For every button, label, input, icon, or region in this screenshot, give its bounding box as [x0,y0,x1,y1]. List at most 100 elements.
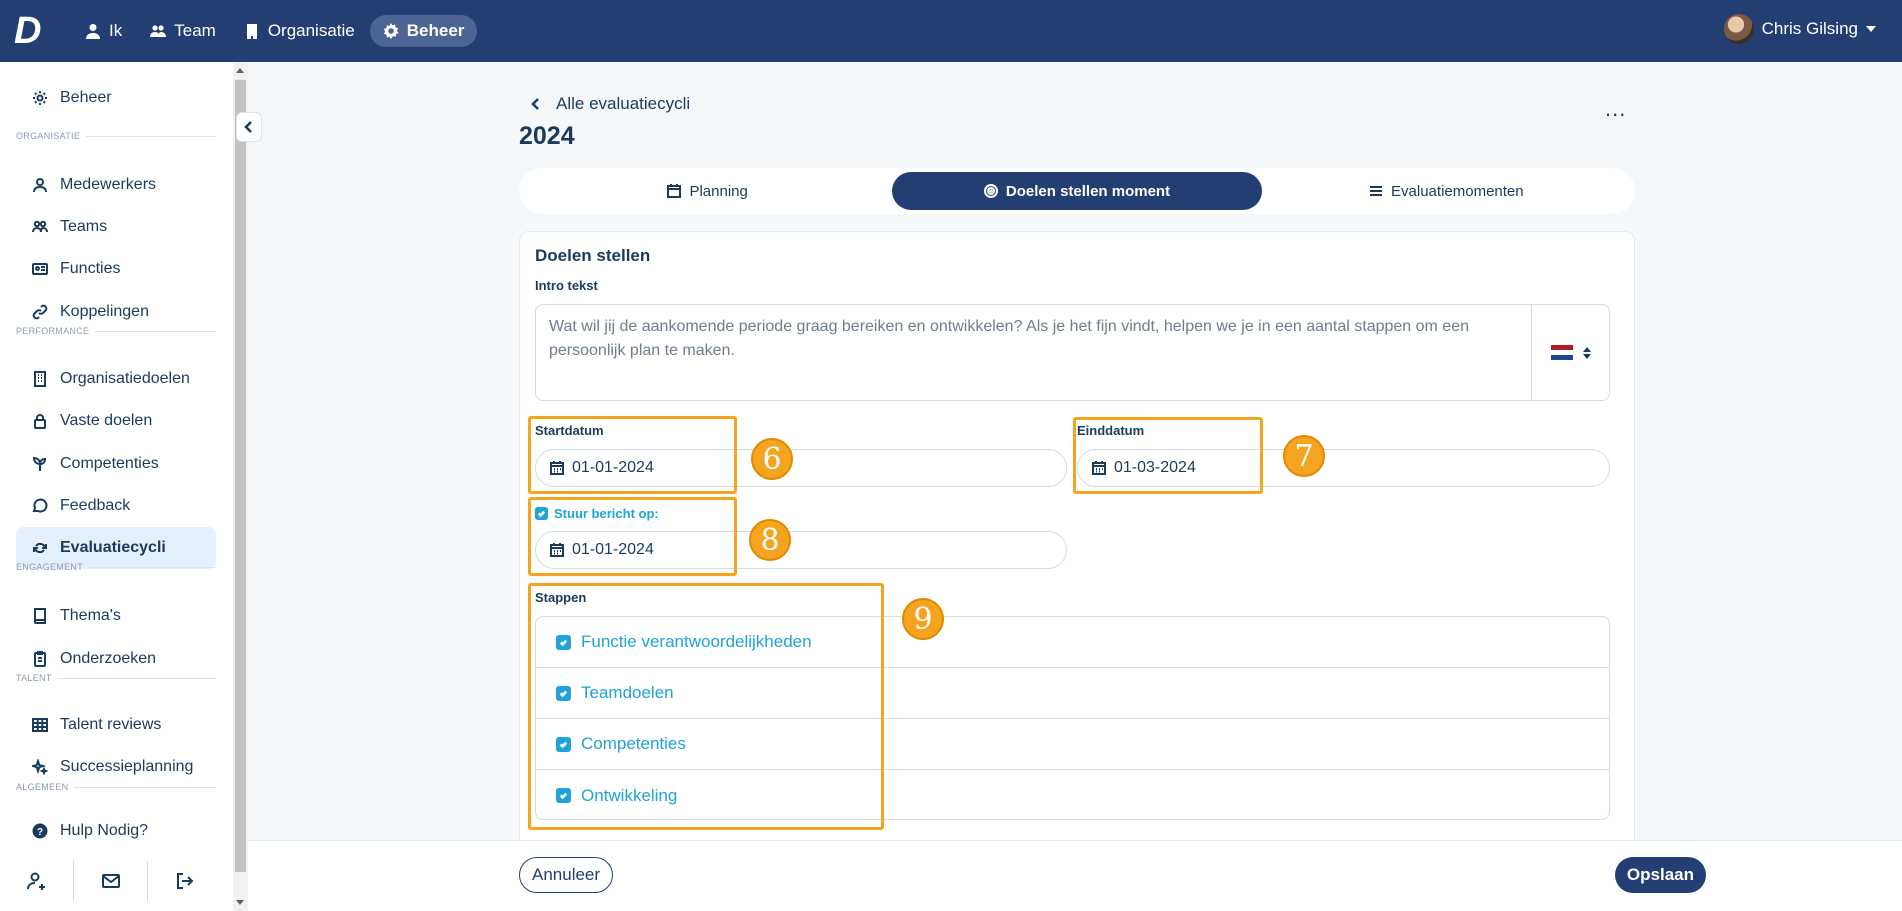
sidebar-item-label: Thema's [60,607,121,624]
sidebar-item-competenties[interactable]: Competenties [16,443,216,485]
scroll-down-arrow[interactable] [236,900,244,905]
annotation-badge-8: 8 [749,519,791,561]
sidebar-item-teams[interactable]: Teams [16,206,216,248]
logout-icon [177,873,194,889]
target-icon [983,184,998,198]
user-icon [86,24,100,39]
sidebar-item-beheer[interactable]: Beheer [16,77,216,119]
sort-icon [1582,346,1591,359]
highlight-end-date [1073,417,1263,494]
sidebar-item-label: Medewerkers [60,176,157,193]
tab-label: Evaluatiemomenten [1391,182,1524,200]
chevron-left-icon [244,121,252,133]
collapse-sidebar-button[interactable] [236,112,262,142]
messages-button[interactable] [74,861,148,901]
user-settings-button[interactable] [0,861,74,901]
sidebar-footer-actions [0,851,233,911]
refresh-icon [33,542,47,554]
tab-bar: Planning Doelen stellen moment Evaluatie… [519,168,1635,214]
card-title: Doelen stellen [535,246,651,265]
back-link-label: Alle evaluatiecycli [556,94,691,113]
user-cog-icon [26,872,45,890]
help-label: Hulp Nodig? [60,822,149,839]
sidebar: Beheer ORGANISATIE Medewerkers Teams Fun… [0,62,233,911]
sidebar-item-label: Koppelingen [60,303,149,320]
list-icon [1370,186,1383,196]
nav-team-label: Team [174,21,216,40]
user-icon [33,178,47,193]
calendar-icon [667,184,682,198]
sidebar-item-label: Onderzoeken [60,650,157,667]
users-icon [32,220,48,233]
sidebar-item-label: Functies [60,260,121,277]
sidebar-item-label: Organisatiedoelen [60,370,190,387]
sidebar-item-label: Teams [60,218,108,235]
intro-label: Intro tekst [535,278,598,293]
user-name: Chris Gilsing [1761,19,1858,38]
more-options-button[interactable]: ... [1605,98,1626,120]
sidebar-section-performance: PERFORMANCE [16,326,216,336]
save-button[interactable]: Opslaan [1614,857,1706,893]
language-select[interactable] [1532,305,1609,400]
highlight-start-date [528,416,737,494]
nav-ik-label: Ik [109,21,123,40]
sidebar-item-medewerkers[interactable]: Medewerkers [16,164,216,206]
id-card-icon [32,263,48,275]
gear-icon [33,91,47,105]
cancel-button[interactable]: Annuleer [519,857,614,893]
annotation-badge-7: 7 [1283,435,1325,477]
sidebar-item-label: Evaluatiecycli [60,539,166,556]
back-link[interactable]: Alle evaluatiecycli [530,94,690,114]
nav-beheer[interactable]: Beheer [369,15,478,47]
sidebar-scrollbar[interactable] [233,62,248,911]
link-icon [32,304,48,320]
sprout-icon [32,456,47,471]
help-link[interactable]: ? Hulp Nodig? [16,810,216,852]
gear-icon [383,23,399,39]
scroll-thumb[interactable] [235,80,246,872]
highlight-steps [528,583,884,830]
intro-textarea[interactable]: Wat wil jij de aankomende periode graag … [535,304,1610,401]
nav-beheer-label: Beheer [406,21,465,40]
sidebar-item-label: Successieplanning [60,758,194,775]
tab-label: Doelen stellen moment [1005,182,1171,200]
book-icon [34,608,46,624]
sidebar-item-feedback[interactable]: Feedback [16,485,216,527]
sidebar-section-organisatie: ORGANISATIE [16,131,216,141]
sidebar-item-vaste-doelen[interactable]: Vaste doelen [16,400,216,442]
grid-icon [32,718,48,732]
tab-planning[interactable]: Planning [523,172,892,210]
sidebar-item-label: Vaste doelen [60,412,153,429]
user-menu[interactable]: Chris Gilsing [1723,14,1876,44]
nav-ik[interactable]: Ik [72,15,135,47]
sidebar-item-organisatiedoelen[interactable]: Organisatiedoelen [16,358,216,400]
nav-organisatie[interactable]: Organisatie [231,15,368,47]
svg-text:?: ? [37,827,43,838]
dutch-flag-icon [1550,344,1573,361]
page-title: 2024 [519,122,575,150]
nav-team[interactable]: Team [137,15,229,47]
clipboard-icon [34,651,46,667]
sidebar-item-functies[interactable]: Functies [16,248,216,290]
mail-icon [101,874,120,888]
sidebar-item-talent-reviews[interactable]: Talent reviews [16,704,216,746]
logout-button[interactable] [148,861,222,901]
annotation-badge-9: 9 [902,598,944,640]
tab-evaluatiemomenten[interactable]: Evaluatiemomenten [1262,172,1631,210]
sidebar-section-algemeen: ALGEMEEN [16,782,216,792]
scroll-up-arrow[interactable] [236,68,244,73]
intro-text[interactable]: Wat wil jij de aankomende periode graag … [536,305,1532,400]
chevron-down-icon [1866,26,1876,32]
chevron-left-icon [531,98,539,110]
tab-doelen-stellen-moment[interactable]: Doelen stellen moment [892,172,1262,210]
annotation-badge-6: 6 [751,438,793,480]
sparkles-icon [32,759,48,775]
users-icon [150,25,167,37]
avatar [1723,14,1754,44]
lock-icon [34,414,46,429]
sidebar-item-label: Feedback [60,497,131,514]
sidebar-item-themas[interactable]: Thema's [16,595,216,637]
tab-label: Planning [689,182,748,200]
highlight-notify-date [528,497,737,576]
app-logo[interactable]: D [14,12,48,50]
